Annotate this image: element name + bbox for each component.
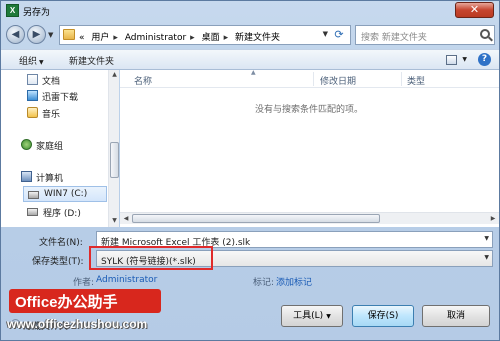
chevron-right-icon[interactable]: ▸ — [190, 33, 195, 43]
view-options-dropdown-icon[interactable]: ▼ — [462, 56, 467, 63]
breadcrumb-overflow[interactable]: « — [79, 33, 85, 43]
tags-label: 标记: — [253, 278, 275, 288]
navigation-pane: 文档 迅雷下载 音乐 家庭组 计算机 WIN7 (C:) 程序 (D:) — [1, 70, 119, 227]
scroll-left-icon[interactable]: ◀ — [121, 214, 131, 224]
search-input[interactable]: 搜索 新建文件夹 — [361, 30, 427, 43]
filename-label: 文件名(N): — [39, 238, 83, 248]
sidebar-item-documents[interactable]: 文档 — [1, 72, 109, 88]
breadcrumb-desktop[interactable]: 桌面 — [202, 33, 220, 43]
organize-button[interactable]: 组织 ▼ — [19, 54, 44, 67]
annotation-highlight-box — [89, 246, 213, 270]
excel-app-icon: X — [6, 4, 19, 17]
address-dropdown-icon[interactable]: ▼ — [323, 30, 328, 38]
sidebar-item-label: 迅雷下载 — [42, 93, 79, 103]
breadcrumb-new-folder[interactable]: 新建文件夹 — [235, 33, 280, 43]
file-list[interactable]: 名称 ▲ 修改日期 类型 没有与搜索条件匹配的项。 ◀ ▶ — [120, 69, 499, 227]
author-value[interactable]: Administrator — [96, 275, 157, 285]
author-label: 作者: — [73, 278, 95, 288]
address-bar[interactable]: « 用户 ▸ Administrator ▸ 桌面 ▸ 新建文件夹 ▼ ⟳ — [59, 25, 351, 45]
sidebar-item-label: 文档 — [42, 77, 61, 87]
help-icon[interactable]: ? — [478, 53, 491, 66]
window-title: 另存为 — [23, 8, 51, 18]
scroll-right-icon[interactable]: ▶ — [488, 214, 498, 224]
add-tags-link[interactable]: 添加标记 — [276, 275, 312, 288]
tools-label: 工具(L) — [293, 311, 324, 321]
music-icon — [27, 107, 38, 118]
breadcrumb-users[interactable]: 用户 — [91, 33, 109, 43]
save-button[interactable]: 保存(S) — [352, 305, 414, 327]
column-divider[interactable] — [401, 72, 402, 86]
scrollbar-thumb[interactable] — [132, 214, 380, 223]
refresh-icon[interactable]: ⟳ — [331, 28, 347, 42]
column-type[interactable]: 类型 — [407, 74, 425, 87]
tools-button[interactable]: 工具(L) ▼ — [281, 305, 343, 327]
scrollbar-thumb[interactable] — [110, 142, 119, 178]
navigation-scrollbar[interactable]: ▲ ▼ — [108, 70, 119, 227]
watermark-badge: Office办公助手 — [9, 289, 161, 313]
organize-label: 组织 — [19, 57, 38, 67]
breadcrumb: « 用户 ▸ Administrator ▸ 桌面 ▸ 新建文件夹 — [79, 30, 284, 43]
sidebar-item-drive-d[interactable]: 程序 (D:) — [1, 204, 109, 220]
chevron-right-icon[interactable]: ▸ — [224, 33, 229, 43]
download-icon — [27, 90, 38, 101]
horizontal-scrollbar[interactable]: ◀ ▶ — [120, 212, 499, 224]
column-divider[interactable] — [313, 72, 314, 86]
sidebar-item-label: WIN7 (C:) — [44, 189, 88, 199]
column-modified-date[interactable]: 修改日期 — [320, 74, 356, 87]
chevron-right-icon[interactable]: ▸ — [113, 33, 118, 43]
search-icon — [480, 29, 490, 39]
chevron-down-icon[interactable]: ▼ — [484, 254, 489, 261]
empty-results-message: 没有与搜索条件匹配的项。 — [255, 105, 364, 115]
folder-icon — [63, 29, 75, 40]
forward-button[interactable]: ▶ — [27, 25, 46, 44]
document-icon — [27, 74, 38, 85]
scroll-up-icon[interactable]: ▲ — [110, 71, 119, 80]
sidebar-item-computer[interactable]: 计算机 — [1, 169, 109, 185]
chevron-down-icon: ▼ — [39, 59, 44, 66]
column-name[interactable]: 名称 — [134, 74, 152, 87]
computer-icon — [21, 171, 32, 182]
breadcrumb-administrator[interactable]: Administrator — [125, 33, 186, 43]
title-bar: X 另存为 ✕ — [1, 1, 499, 21]
homegroup-icon — [21, 139, 32, 150]
sidebar-item-label: 计算机 — [36, 174, 64, 184]
filetype-label: 保存类型(T): — [32, 257, 84, 267]
navigation-bar: ◀ ▶ ▼ « 用户 ▸ Administrator ▸ 桌面 ▸ 新建文件夹 ▼ ⟳… — [1, 21, 499, 49]
sort-caret-icon: ▲ — [251, 69, 256, 76]
close-button[interactable]: ✕ — [455, 2, 494, 18]
sidebar-item-xunlei-downloads[interactable]: 迅雷下载 — [1, 88, 109, 104]
recent-locations-dropdown-icon[interactable]: ▼ — [48, 31, 56, 39]
drive-icon — [27, 208, 38, 216]
sidebar-item-label: 家庭组 — [36, 142, 64, 152]
save-as-dialog: X 另存为 ✕ ◀ ▶ ▼ « 用户 ▸ Administrator ▸ 桌面 ▸ 新… — [0, 0, 500, 341]
column-header-row: 名称 ▲ 修改日期 类型 — [120, 69, 499, 88]
sidebar-item-homegroup[interactable]: 家庭组 — [1, 137, 109, 153]
new-folder-button[interactable]: 新建文件夹 — [69, 54, 114, 67]
sidebar-item-label: 音乐 — [42, 110, 61, 120]
drive-icon — [28, 191, 39, 199]
search-box[interactable]: 搜索 新建文件夹 — [355, 25, 495, 45]
chevron-down-icon[interactable]: ▼ — [484, 235, 489, 242]
back-button[interactable]: ◀ — [6, 25, 25, 44]
sidebar-item-music[interactable]: 音乐 — [1, 105, 109, 121]
change-view-icon[interactable] — [446, 55, 457, 65]
chevron-down-icon: ▼ — [326, 313, 331, 320]
scroll-down-icon[interactable]: ▼ — [110, 217, 119, 226]
sidebar-item-label: 程序 (D:) — [43, 209, 81, 219]
sidebar-item-drive-c[interactable]: WIN7 (C:) — [23, 186, 107, 202]
command-bar: 组织 ▼ 新建文件夹 ▼ ? — [1, 49, 499, 70]
cancel-button[interactable]: 取消 — [422, 305, 490, 327]
watermark-url: www.officezhushou.com — [7, 317, 148, 331]
